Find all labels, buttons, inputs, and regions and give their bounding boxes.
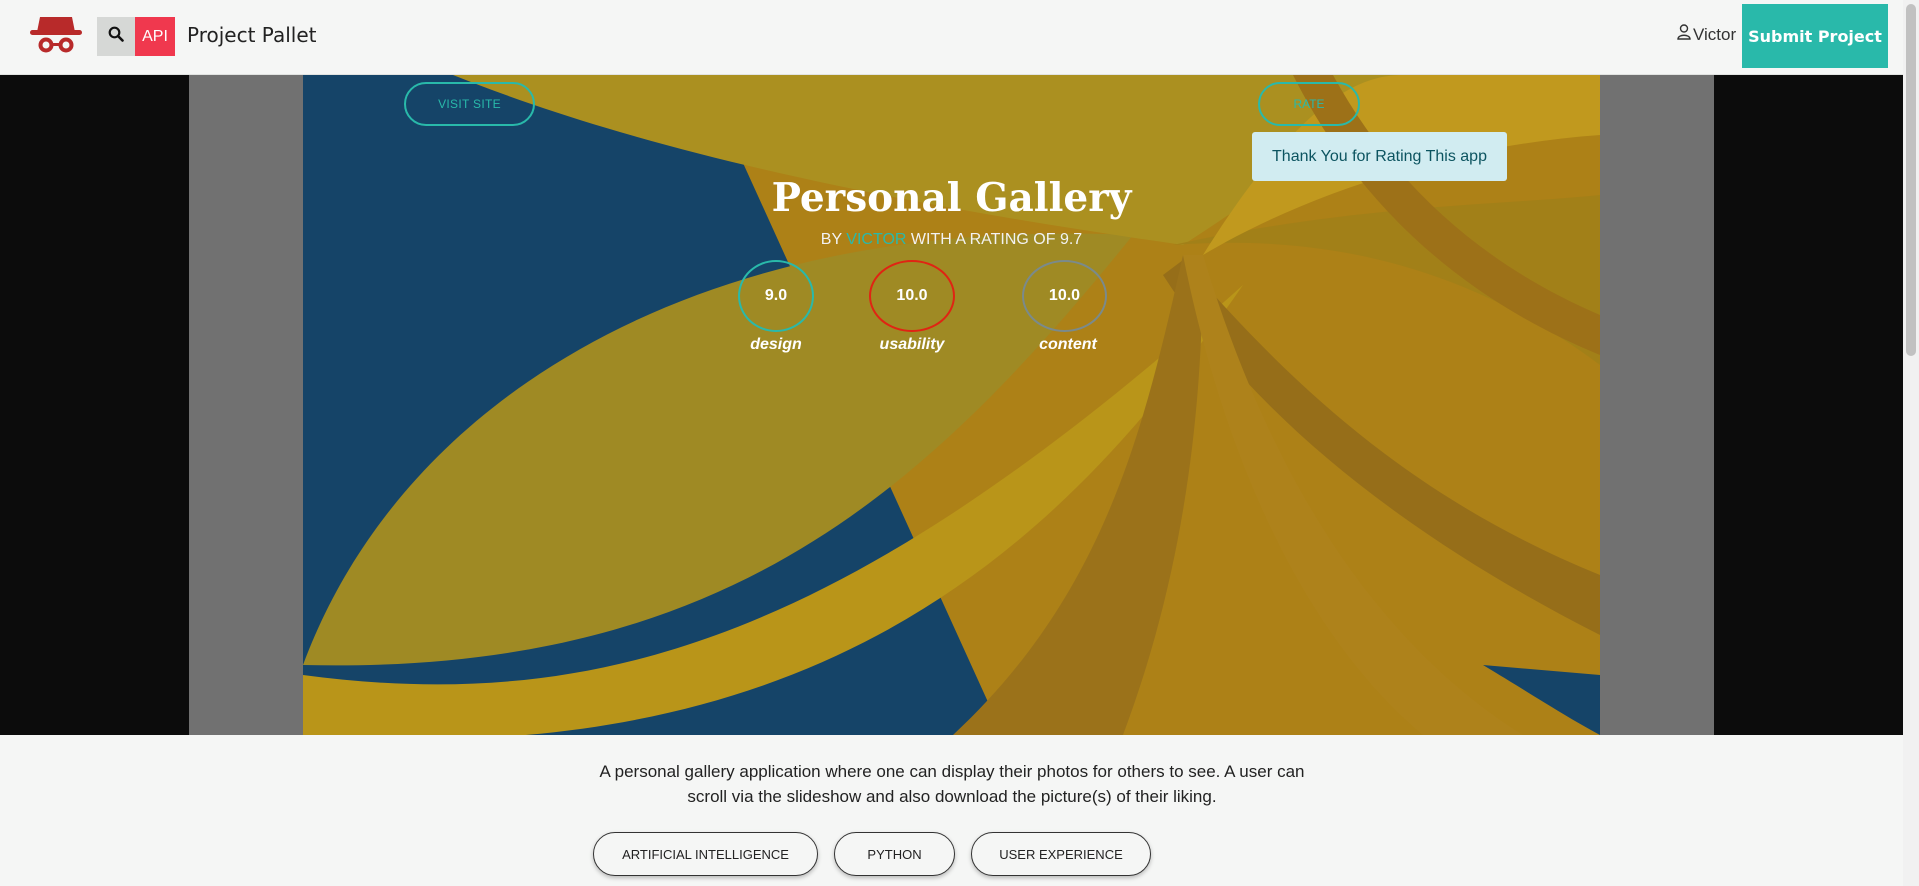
rating-toast: Thank You for Rating This app (1252, 132, 1507, 181)
design-score-label: design (750, 336, 802, 353)
tag-user-experience[interactable]: USER EXPERIENCE (971, 832, 1151, 876)
spy-hat-logo-icon[interactable] (30, 14, 82, 56)
tag-python[interactable]: PYTHON (834, 832, 955, 876)
content-score-value: 10.0 (1048, 287, 1081, 304)
author-link[interactable]: VICTOR (846, 231, 906, 248)
user-name: Victor (1693, 24, 1737, 44)
submit-project-button[interactable]: Submit Project (1742, 4, 1888, 68)
rating-prefix: WITH A RATING OF (910, 231, 1056, 248)
user-icon (1677, 24, 1691, 45)
content-score-label: content (1039, 336, 1097, 353)
search-icon (108, 26, 124, 47)
search-button[interactable] (97, 17, 135, 56)
overall-rating: 9.7 (1059, 231, 1083, 248)
design-score-circle: 9.0 (738, 260, 814, 332)
project-title: Personal Gallery (771, 175, 1132, 221)
scrollbar-thumb[interactable] (1906, 4, 1916, 356)
project-hero: VISIT SITE RATE Thank You for Rating Thi… (0, 75, 1903, 735)
user-menu-link[interactable]: Victor (1677, 24, 1736, 45)
by-prefix: BY (820, 231, 842, 248)
top-navbar: API Project Pallet Victor Submit Project (0, 0, 1903, 75)
rate-button[interactable]: RATE (1258, 82, 1360, 126)
page-scrollbar[interactable] (1903, 0, 1919, 886)
design-score-value: 9.0 (764, 287, 788, 304)
api-button[interactable]: API (135, 17, 175, 56)
brand-title[interactable]: Project Pallet (187, 23, 316, 47)
tag-artificial-intelligence[interactable]: ARTIFICIAL INTELLIGENCE (593, 832, 818, 876)
visit-site-button[interactable]: VISIT SITE (404, 82, 535, 126)
usability-score-circle: 10.0 (869, 260, 955, 332)
usability-score-value: 10.0 (896, 287, 928, 304)
project-description: A personal gallery application where one… (599, 762, 1305, 806)
content-score-circle: 10.0 (1022, 260, 1107, 332)
usability-score-label: usability (879, 336, 945, 353)
project-byline: BY VICTOR WITH A RATING OF 9.7 (0, 231, 1903, 249)
